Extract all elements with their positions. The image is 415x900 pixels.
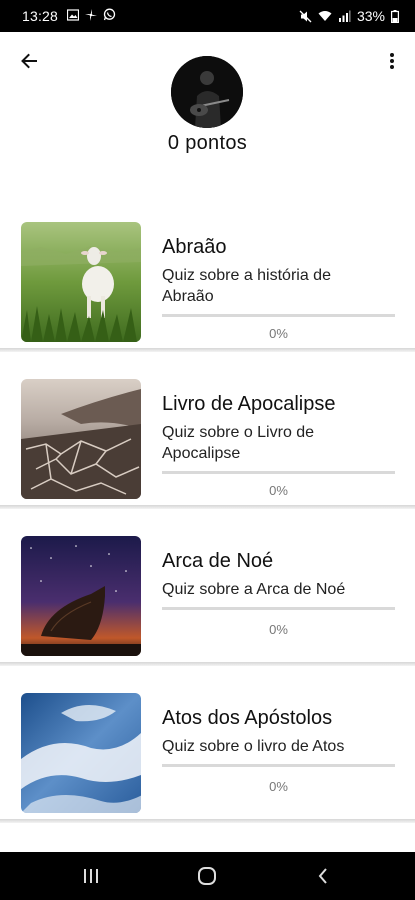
quiz-thumbnail [21,693,141,813]
recents-icon [84,869,98,883]
more-vert-icon [390,53,394,69]
image-icon [67,8,79,21]
quiz-title: Arca de Noé [162,550,274,572]
cracked-earth-image [21,379,141,499]
status-system-icons: 33% [299,8,399,24]
quiz-progress-bar [162,607,395,610]
mute-icon [299,10,312,22]
quiz-thumbnail [21,536,141,656]
clouds-sky-image [21,693,141,813]
system-navigation-bar [0,852,415,900]
quiz-progress-label: 0% [269,622,288,637]
quiz-card[interactable]: Abraão Quiz sobre a história de Abraão 0… [0,208,415,352]
avatar[interactable] [171,56,243,128]
status-time: 13:28 [22,8,59,24]
card-divider [0,348,415,352]
quiz-list: Abraão Quiz sobre a história de Abraão 0… [0,208,415,823]
pinwheel-icon [85,8,97,21]
profile-header: 0 pontos [0,32,415,192]
status-notification-icons [67,8,116,21]
card-divider [0,819,415,823]
quiz-description: Quiz sobre o livro de Atos [162,738,345,755]
nav-back-button[interactable] [303,864,343,888]
quiz-description: Quiz sobre a história de Abraão [162,267,331,305]
home-button[interactable] [187,864,227,888]
boat-under-stars-image [21,536,141,656]
quiz-progress-bar [162,764,395,767]
points-label: 0 pontos [167,132,248,154]
recents-button[interactable] [71,864,111,888]
quiz-card[interactable]: Arca de Noé Quiz sobre a Arca de Noé 0% [0,522,415,666]
quiz-title: Abraão [162,236,227,258]
status-bar: 13:28 33% [0,0,415,32]
battery-icon [391,9,399,23]
card-divider [0,662,415,666]
quiz-thumbnail [21,379,141,499]
whatsapp-icon [103,8,116,21]
guitarist-photo [171,56,243,128]
lamb-in-grass-image [21,222,141,342]
quiz-description: Quiz sobre o Livro de Apocalipse [162,424,315,462]
quiz-thumbnail [21,222,141,342]
quiz-progress-bar [162,314,395,317]
quiz-title: Atos dos Apóstolos [162,707,333,729]
more-options-button[interactable] [379,46,405,76]
card-divider [0,505,415,509]
signal-icon [338,10,351,22]
quiz-progress-label: 0% [269,326,288,341]
quiz-progress-label: 0% [269,779,288,794]
home-icon [198,867,216,885]
arrow-left-icon [21,53,37,69]
quiz-progress-label: 0% [269,483,288,498]
quiz-card[interactable]: Atos dos Apóstolos Quiz sobre o livro de… [0,679,415,823]
quiz-card[interactable]: Livro de Apocalipse Quiz sobre o Livro d… [0,365,415,509]
battery-percent: 33% [356,8,385,24]
back-button[interactable] [14,46,44,76]
quiz-description: Quiz sobre a Arca de Noé [162,581,346,598]
wifi-icon [318,11,332,21]
quiz-progress-bar [162,471,395,474]
quiz-title: Livro de Apocalipse [162,393,336,415]
back-icon [318,868,327,884]
